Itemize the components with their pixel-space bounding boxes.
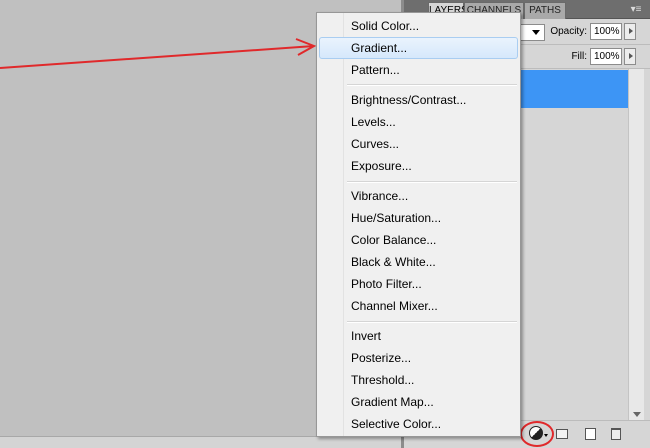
menu-item-photo-filter[interactable]: Photo Filter... (319, 273, 518, 295)
opacity-label: Opacity: (550, 26, 587, 37)
new-layer-icon[interactable] (585, 428, 596, 440)
chevron-right-icon (629, 53, 633, 59)
menu-item-channel-mixer[interactable]: Channel Mixer... (319, 295, 518, 317)
fill-slider-button[interactable] (624, 48, 636, 65)
tab-paths[interactable]: PATHS (524, 2, 566, 19)
menu-item-gradient[interactable]: Gradient... (319, 37, 518, 59)
scroll-down-icon[interactable] (633, 412, 641, 417)
fill-label: Fill: (571, 51, 587, 62)
menu-item-selective-color[interactable]: Selective Color... (319, 413, 518, 435)
chevron-right-icon (629, 28, 633, 34)
chevron-down-icon (532, 30, 540, 35)
menu-item-exposure[interactable]: Exposure... (319, 155, 518, 177)
menu-item-pattern[interactable]: Pattern... (319, 59, 518, 81)
folder-icon[interactable] (556, 429, 568, 439)
menu-item-vibrance[interactable]: Vibrance... (319, 185, 518, 207)
annotation-circle (520, 421, 554, 447)
menu-item-hue-saturation[interactable]: Hue/Saturation... (319, 207, 518, 229)
menu-item-posterize[interactable]: Posterize... (319, 347, 518, 369)
menu-item-levels[interactable]: Levels... (319, 111, 518, 133)
fill-input[interactable]: 100% (590, 48, 622, 65)
menu-separator (347, 181, 517, 183)
canvas-status-bar (0, 436, 401, 448)
menu-item-color-balance[interactable]: Color Balance... (319, 229, 518, 251)
panel-menu-icon[interactable]: ▾≡ (629, 3, 643, 16)
menu-item-brightness-contrast[interactable]: Brightness/Contrast... (319, 89, 518, 111)
adjustment-layer-menu: Solid Color... Gradient... Pattern... Br… (316, 12, 521, 437)
menu-separator (347, 84, 517, 86)
menu-item-solid-color[interactable]: Solid Color... (319, 15, 518, 37)
selected-layer-row[interactable] (514, 70, 629, 108)
menu-item-threshold[interactable]: Threshold... (319, 369, 518, 391)
trash-icon[interactable] (611, 428, 621, 440)
menu-item-black-white[interactable]: Black & White... (319, 251, 518, 273)
menu-item-gradient-map[interactable]: Gradient Map... (319, 391, 518, 413)
opacity-input[interactable]: 100% (590, 23, 622, 40)
menu-item-invert[interactable]: Invert (319, 325, 518, 347)
menu-separator (347, 321, 517, 323)
opacity-slider-button[interactable] (624, 23, 636, 40)
layers-scrollbar[interactable] (628, 69, 644, 421)
menu-item-curves[interactable]: Curves... (319, 133, 518, 155)
